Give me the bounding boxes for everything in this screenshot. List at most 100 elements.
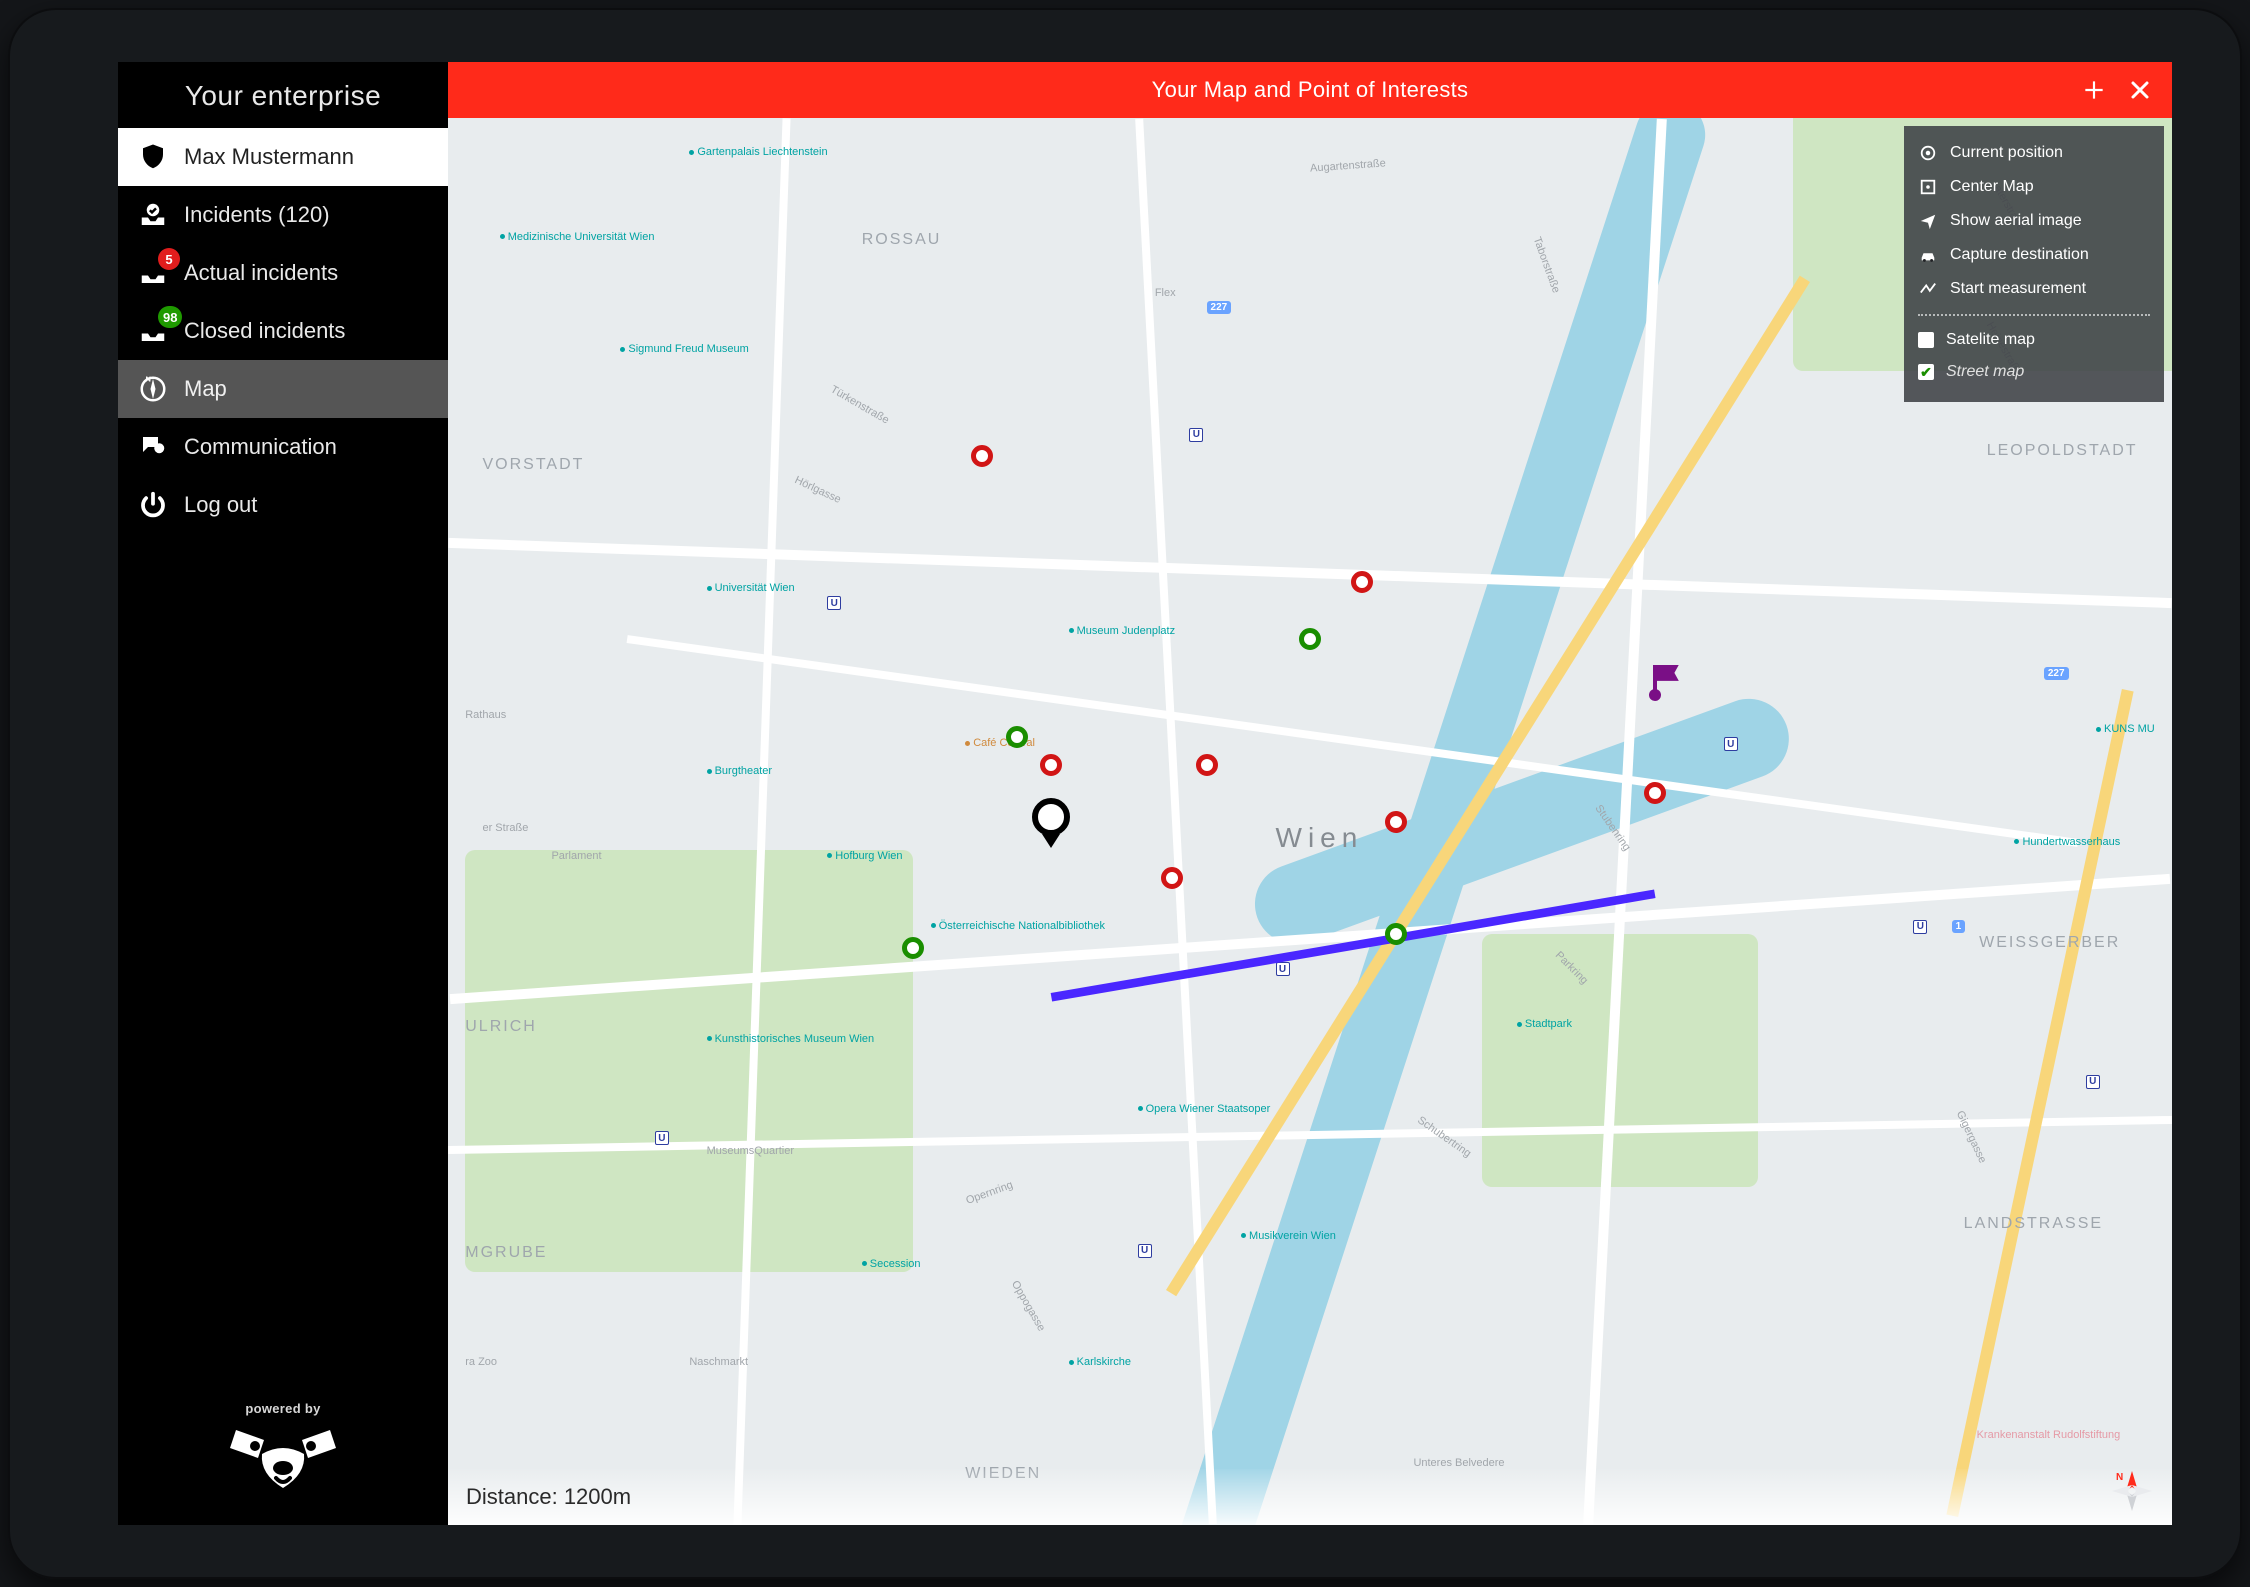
poi-label: Museum Judenplatz [1069,625,1175,637]
app-screen: Your enterprise Max Mustermann Incidents… [118,62,2172,1525]
ubahn-icon: U [1138,1244,1152,1258]
legend-label: Center Map [1950,178,2034,196]
map-footer: Distance: 1200m N [448,1469,2172,1525]
ubahn-icon: U [2086,1075,2100,1089]
sidebar-item-label: Max Mustermann [184,144,354,170]
map-marker-green[interactable] [1299,628,1321,650]
destination-flag-marker[interactable] [1653,665,1657,695]
car-icon [1918,245,1938,265]
svg-text:N: N [146,375,151,384]
legend-layer-street[interactable]: ✔ Street map [1918,356,2150,388]
legend-item-current-position[interactable]: Current position [1918,136,2150,170]
shield-star-icon [136,140,170,174]
badge-count: 98 [158,306,182,328]
sidebar-item-closed[interactable]: 98 Closed incidents [118,302,448,360]
map-marker-red[interactable] [1385,811,1407,833]
legend-label: Satelite map [1946,331,2035,349]
legend-layer-satellite[interactable]: Satelite map [1918,324,2150,356]
poi-label: KUNS MU [2096,723,2155,735]
poi-label: Krankenanstalt Rudolfstiftung [1977,1429,2121,1441]
poi-label: Medizinische Universität Wien [500,231,655,243]
sidebar-item-label: Communication [184,434,337,460]
poi-label: Hundertwasserhaus [2014,836,2120,848]
poi-label: Opera Wiener Staatsoper [1138,1103,1271,1115]
svg-text:N: N [2116,1472,2123,1483]
poi-label: Musikverein Wien [1241,1230,1336,1242]
close-icon [2128,78,2152,102]
legend-label: Current position [1950,144,2063,162]
ubahn-icon: U [1276,962,1290,976]
poi-label: Stadtpark [1517,1018,1572,1030]
powered-by: powered by [118,1401,448,1501]
poi-label: Karlskirche [1069,1356,1131,1368]
poi-label: ra Zoo [465,1356,497,1368]
legend-label: Capture destination [1950,246,2089,264]
district-label: MGRUBE [465,1244,547,1262]
compass-icon: N [136,372,170,406]
add-button[interactable] [2076,72,2112,108]
poi-label: Gartenpalais Liechtenstein [689,146,827,158]
ubahn-icon: U [655,1131,669,1145]
checkbox-checked-icon: ✔ [1918,364,1934,380]
legend-item-measurement[interactable]: Start measurement [1918,272,2150,306]
map-marker-red[interactable] [1644,782,1666,804]
close-button[interactable] [2122,72,2158,108]
powered-by-label: powered by [118,1401,448,1416]
legend-item-center-map[interactable]: Center Map [1918,170,2150,204]
tablet-shell: Your enterprise Max Mustermann Incidents… [8,8,2242,1579]
legend-item-aerial[interactable]: Show aerial image [1918,204,2150,238]
city-label: Wien [1276,822,1364,854]
target-icon [1918,143,1938,163]
map-marker-red[interactable] [971,445,993,467]
checkbox-icon [1918,332,1934,348]
legend-separator [1918,314,2150,316]
poi-label: Naschmarkt [689,1356,748,1368]
topbar-actions [2076,62,2158,118]
sidebar-item-logout[interactable]: Log out [118,476,448,534]
map-marker-red[interactable] [1196,754,1218,776]
sidebar-item-label: Map [184,376,227,402]
district-label: VORSTADT [482,456,584,474]
map-marker-green[interactable] [1385,923,1407,945]
topbar: Your Map and Point of Interests [448,62,2172,118]
ubahn-icon: U [1913,920,1927,934]
sidebar-item-map[interactable]: N Map [118,360,448,418]
poi-label: Unteres Belvedere [1413,1457,1504,1469]
brand-logo-icon [228,1424,338,1496]
map-marker-green[interactable] [1006,726,1028,748]
sidebar-item-actual[interactable]: 5 Actual incidents [118,244,448,302]
sidebar-item-label: Incidents (120) [184,202,330,228]
plus-icon [2081,77,2107,103]
map-area[interactable]: ROSSAU VORSTADT LEOPOLDSTADT WEISSGERBER… [448,118,2172,1525]
district-label: ULRICH [465,1018,537,1036]
legend-label: Show aerial image [1950,212,2082,230]
sidebar-item-user[interactable]: Max Mustermann [118,128,448,186]
legend-item-destination[interactable]: Capture destination [1918,238,2150,272]
sidebar-item-label: Closed incidents [184,318,345,344]
map-marker-red[interactable] [1040,754,1062,776]
power-icon [136,488,170,522]
highway-badge: 227 [1207,301,1232,314]
highway-badge: 1 [1952,920,1966,933]
map-marker-red[interactable] [1161,867,1183,889]
poi-label: Secession [862,1258,921,1270]
map-marker-green[interactable] [902,937,924,959]
ubahn-icon: U [1724,737,1738,751]
poi-label: Sigmund Freud Museum [620,343,748,355]
district-label: LANDSTRASSE [1964,1215,2103,1233]
current-position-marker[interactable] [1032,798,1070,836]
main-panel: Your Map and Point of Interests [448,62,2172,1525]
district-label: LEOPOLDSTADT [1987,442,2138,460]
park [465,850,913,1272]
poi-label: Österreichische Nationalbibliothek [931,920,1105,932]
chat-icon [136,430,170,464]
sidebar-item-communication[interactable]: Communication [118,418,448,476]
sidebar-item-incidents[interactable]: Incidents (120) [118,186,448,244]
poi-label: Burgtheater [707,765,772,777]
poi-label: Parlament [551,850,601,862]
poi-label: Rathaus [465,709,506,721]
map-marker-red[interactable] [1351,571,1373,593]
district-label: ROSSAU [862,231,942,249]
inbox-check-icon [136,198,170,232]
district-label: WEISSGERBER [1979,934,2120,952]
